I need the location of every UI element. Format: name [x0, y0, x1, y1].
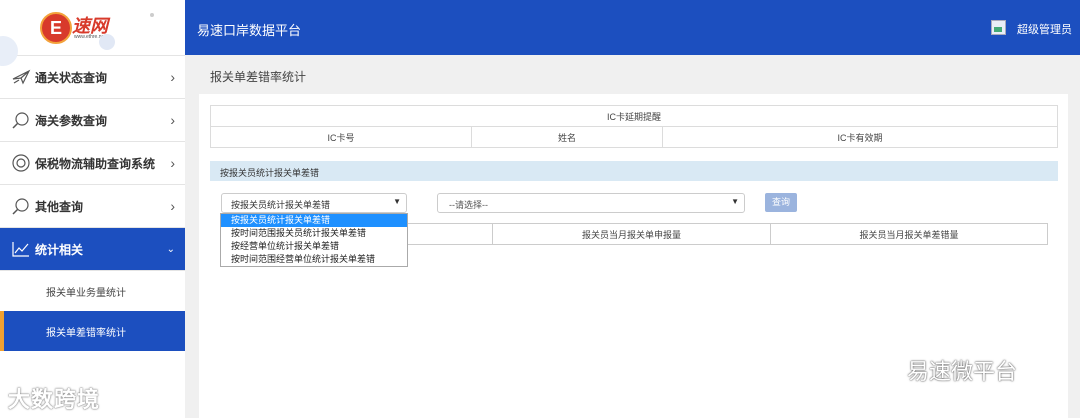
sidebar-item-label: 其他查询 — [35, 199, 84, 214]
sidebar-item-label: 统计相关 — [35, 242, 84, 257]
table-header: 报关员当月报关单差错量 — [770, 223, 1048, 245]
page-title: 报关单差错率统计 — [210, 70, 307, 84]
airplane-icon — [12, 69, 31, 85]
wechat-icon — [866, 358, 899, 381]
line-chart-icon — [12, 242, 29, 257]
chevron-right-icon: › — [170, 112, 175, 128]
logo-mark: E — [40, 12, 72, 44]
sidebar-item-customs-status[interactable]: 通关状态查询 › — [0, 56, 185, 99]
caret-down-icon: ▼ — [731, 197, 739, 206]
top-bar: 易速口岸数据平台 超级管理员 — [185, 0, 1080, 55]
section-header: 按报关员统计报关单差错 — [210, 161, 1058, 181]
target-icon — [12, 154, 30, 172]
chevron-right-icon: › — [170, 155, 175, 171]
table-header: 报关员当月报关单申报量 — [492, 223, 771, 245]
sidebar-subitem-declaration-volume[interactable]: 报关单业务量统计 — [0, 271, 185, 311]
dropdown-option[interactable]: 按时间范围报关员统计报关单差错 — [221, 227, 407, 240]
app-title: 易速口岸数据平台 — [197, 23, 302, 38]
watermark-right: 易速微平台 — [865, 354, 1017, 386]
sidebar-subitem-label: 报关单业务量统计 — [46, 288, 126, 299]
logo: E 速网 www.ethre.net — [0, 0, 185, 66]
sidebar-item-statistics[interactable]: 统计相关 ⌄ — [0, 228, 185, 271]
sidebar-subitem-label: 报关单差错率统计 — [46, 328, 126, 339]
table-header: 姓名 — [471, 126, 663, 148]
logo-decoration-circle — [99, 34, 115, 50]
sidebar-item-bonded-logistics[interactable]: 保税物流辅助查询系统 › — [0, 142, 185, 185]
logo-decoration-dot — [150, 13, 154, 17]
user-name[interactable]: 超级管理员 — [1017, 21, 1072, 37]
sidebar-item-customs-params[interactable]: 海关参数查询 › — [0, 99, 185, 142]
sidebar-item-other-queries[interactable]: 其他查询 › — [0, 185, 185, 228]
chevron-right-icon: › — [170, 198, 175, 214]
watermark-left: 大数跨境 — [8, 387, 101, 412]
stat-type-select-value: 按报关员统计报关单差错 — [231, 200, 331, 210]
stat-type-dropdown: 按报关员统计报关单差错 按时间范围报关员统计报关单差错 按经营单位统计报关单差错… — [220, 213, 408, 267]
sidebar-item-label: 海关参数查询 — [35, 113, 108, 128]
search-icon — [12, 112, 29, 129]
ic-card-table-title: IC卡延期提醒 — [210, 105, 1058, 127]
query-button[interactable]: 查询 — [765, 193, 797, 212]
sidebar-subitem-declaration-error-rate[interactable]: 报关单差错率统计 — [0, 311, 185, 351]
dropdown-option[interactable]: 按报关员统计报关单差错 — [221, 214, 407, 227]
caret-down-icon: ▼ — [393, 197, 401, 206]
stat-type-select[interactable]: 按报关员统计报关单差错 ▼ — [221, 193, 407, 213]
sidebar: E 速网 www.ethre.net 通关状态查询 › 海关参数查询 › 保税物… — [0, 0, 185, 418]
table-header: IC卡号 — [210, 126, 472, 148]
secondary-select[interactable]: --请选择-- ▼ — [437, 193, 745, 213]
watermark-right-text: 易速微平台 — [907, 359, 1018, 384]
secondary-select-value: --请选择-- — [449, 200, 488, 210]
user-avatar-icon[interactable] — [991, 20, 1006, 35]
chevron-right-icon: › — [170, 69, 175, 85]
dropdown-option[interactable]: 按时间范围经营单位统计报关单差错 — [221, 253, 407, 266]
section-title: 按报关员统计报关单差错 — [220, 168, 320, 178]
sidebar-item-label: 通关状态查询 — [35, 70, 108, 85]
sidebar-item-label: 保税物流辅助查询系统 — [35, 156, 156, 171]
dropdown-option[interactable]: 按经营单位统计报关单差错 — [221, 240, 407, 253]
chevron-down-icon: ⌄ — [166, 243, 175, 255]
table-header: IC卡有效期 — [662, 126, 1058, 148]
ic-card-table: IC卡延期提醒 IC卡号 姓名 IC卡有效期 — [210, 105, 1058, 148]
search-icon — [12, 198, 29, 215]
